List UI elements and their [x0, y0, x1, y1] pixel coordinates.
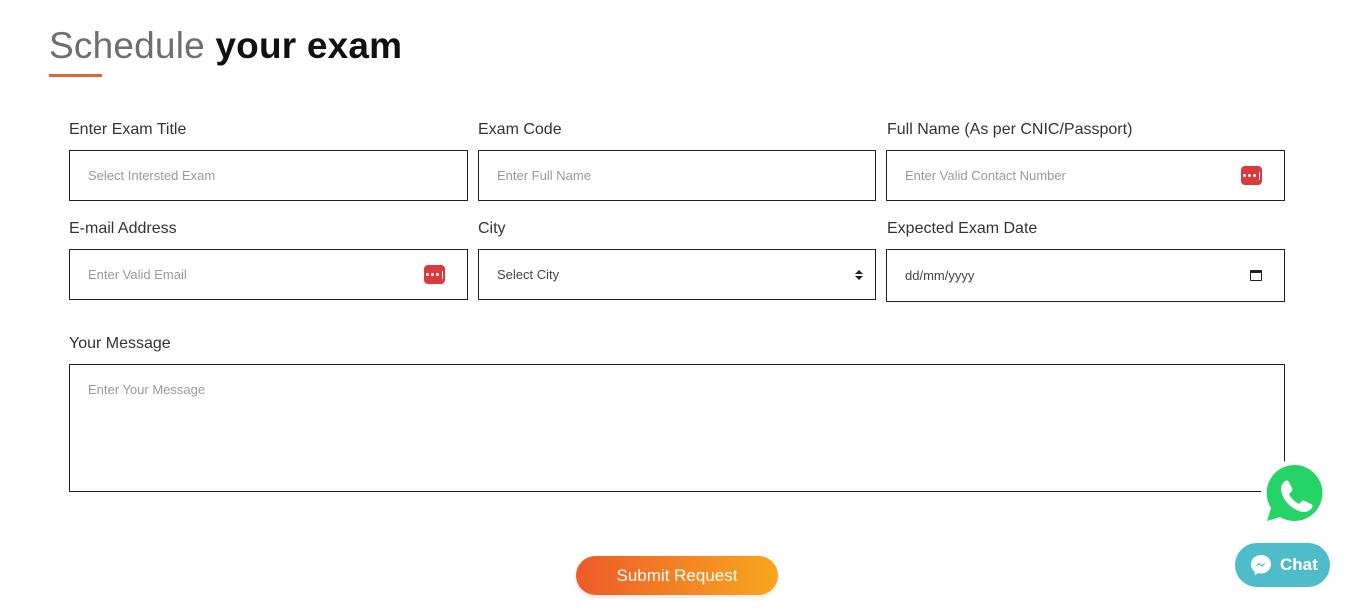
city-label: City: [478, 220, 506, 237]
message-placeholder: Enter Your Message: [88, 382, 206, 397]
email-input[interactable]: Enter Valid Email: [69, 249, 468, 300]
exam-code-input[interactable]: Enter Full Name: [478, 150, 876, 201]
page-title: Schedule your exam: [49, 24, 402, 68]
messenger-icon: [1251, 555, 1271, 575]
exam-date-label: Expected Exam Date: [887, 220, 1038, 237]
exam-title-placeholder: Select Intersted Exam: [88, 168, 216, 183]
city-select[interactable]: Select City: [478, 249, 876, 300]
chat-label: Chat: [1280, 555, 1318, 574]
message-textarea[interactable]: Enter Your Message: [69, 364, 1285, 492]
select-arrows-icon: [855, 269, 863, 280]
full-name-label: Full Name (As per CNIC/Passport): [887, 121, 1133, 138]
chat-button[interactable]: Chat: [1235, 543, 1330, 587]
exam-title-input[interactable]: Select Intersted Exam: [69, 150, 468, 201]
email-placeholder: Enter Valid Email: [88, 267, 187, 282]
page-title-bold: your exam: [215, 25, 403, 66]
title-underline: [49, 74, 102, 77]
city-selected-value: Select City: [497, 267, 560, 282]
full-name-placeholder: Enter Valid Contact Number: [905, 168, 1066, 183]
password-manager-icon[interactable]: [424, 265, 445, 284]
exam-date-input[interactable]: dd/mm/yyyy: [886, 249, 1285, 302]
email-label: E-mail Address: [69, 220, 177, 237]
exam-code-placeholder: Enter Full Name: [497, 168, 591, 183]
calendar-icon[interactable]: [1250, 270, 1262, 281]
exam-title-label: Enter Exam Title: [69, 121, 187, 138]
message-label: Your Message: [69, 335, 171, 352]
full-name-input[interactable]: Enter Valid Contact Number: [886, 150, 1285, 201]
whatsapp-icon: [1261, 460, 1327, 526]
exam-code-label: Exam Code: [478, 121, 562, 138]
password-manager-icon[interactable]: [1241, 166, 1262, 185]
submit-request-button[interactable]: Submit Request: [576, 556, 778, 595]
whatsapp-button[interactable]: [1259, 458, 1329, 528]
page-title-light: Schedule: [49, 25, 205, 66]
exam-date-value: dd/mm/yyyy: [905, 268, 975, 283]
